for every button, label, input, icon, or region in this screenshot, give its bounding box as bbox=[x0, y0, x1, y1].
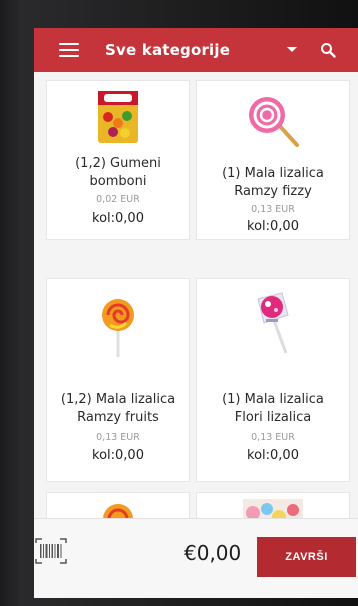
lollipop-image bbox=[102, 299, 134, 357]
product-grid: (1,2) Gumeni bomboni 0,02 EUR kol:0,00 (… bbox=[34, 72, 358, 533]
device-frame: Sve kategorije (1,2) Gumeni bomboni 0,02… bbox=[0, 0, 358, 606]
dropdown-arrow-icon[interactable] bbox=[287, 47, 297, 52]
barcode-scan-icon[interactable] bbox=[34, 537, 68, 565]
product-quantity: kol:0,00 bbox=[92, 211, 144, 226]
product-price: 0,13 EUR bbox=[96, 432, 140, 443]
product-name-line2: Ramzy fizzy bbox=[234, 184, 312, 199]
app-screen: Sve kategorije (1,2) Gumeni bomboni 0,02… bbox=[34, 28, 358, 598]
product-price: 0,13 EUR bbox=[251, 204, 295, 215]
product-card[interactable]: (1) Mala lizalica Ramzy fizzy 0,13 EUR k… bbox=[196, 80, 350, 240]
product-name-line2: Flori lizalica bbox=[234, 410, 312, 425]
product-name-line2: bomboni bbox=[89, 174, 147, 189]
hamburger-menu-icon[interactable] bbox=[59, 43, 79, 57]
product-price: 0,13 EUR bbox=[251, 432, 295, 443]
product-name-line1: (1,2) Mala lizalica bbox=[60, 392, 176, 407]
product-quantity: kol:0,00 bbox=[247, 448, 299, 463]
wrapped-lollipop-image bbox=[257, 292, 289, 354]
product-name-line1: (1,2) Gumeni bbox=[75, 156, 161, 171]
gummy-bag-image bbox=[98, 91, 138, 143]
product-quantity: kol:0,00 bbox=[92, 448, 144, 463]
product-name-line2: Ramzy fruits bbox=[77, 410, 159, 425]
product-name-line1: (1) Mala lizalica bbox=[222, 166, 324, 181]
finish-order-button[interactable]: ZAVRŠI bbox=[257, 537, 356, 577]
lollipop-image bbox=[249, 97, 299, 147]
order-total: €0,00 bbox=[184, 541, 242, 565]
top-app-bar: Sve kategorije bbox=[34, 28, 358, 72]
product-price: 0,02 EUR bbox=[96, 194, 140, 205]
product-name-line1: (1) Mala lizalica bbox=[222, 392, 324, 407]
checkout-bar: €0,00 ZAVRŠI bbox=[34, 518, 358, 598]
product-card[interactable]: (1) Mala lizalica Flori lizalica 0,13 EU… bbox=[196, 278, 350, 482]
category-selector-title[interactable]: Sve kategorije bbox=[105, 41, 230, 59]
search-icon[interactable] bbox=[320, 42, 336, 58]
product-card[interactable]: (1,2) Mala lizalica Ramzy fruits 0,13 EU… bbox=[46, 278, 190, 482]
product-quantity: kol:0,00 bbox=[247, 219, 299, 234]
product-card[interactable]: (1,2) Gumeni bomboni 0,02 EUR kol:0,00 bbox=[46, 80, 190, 240]
